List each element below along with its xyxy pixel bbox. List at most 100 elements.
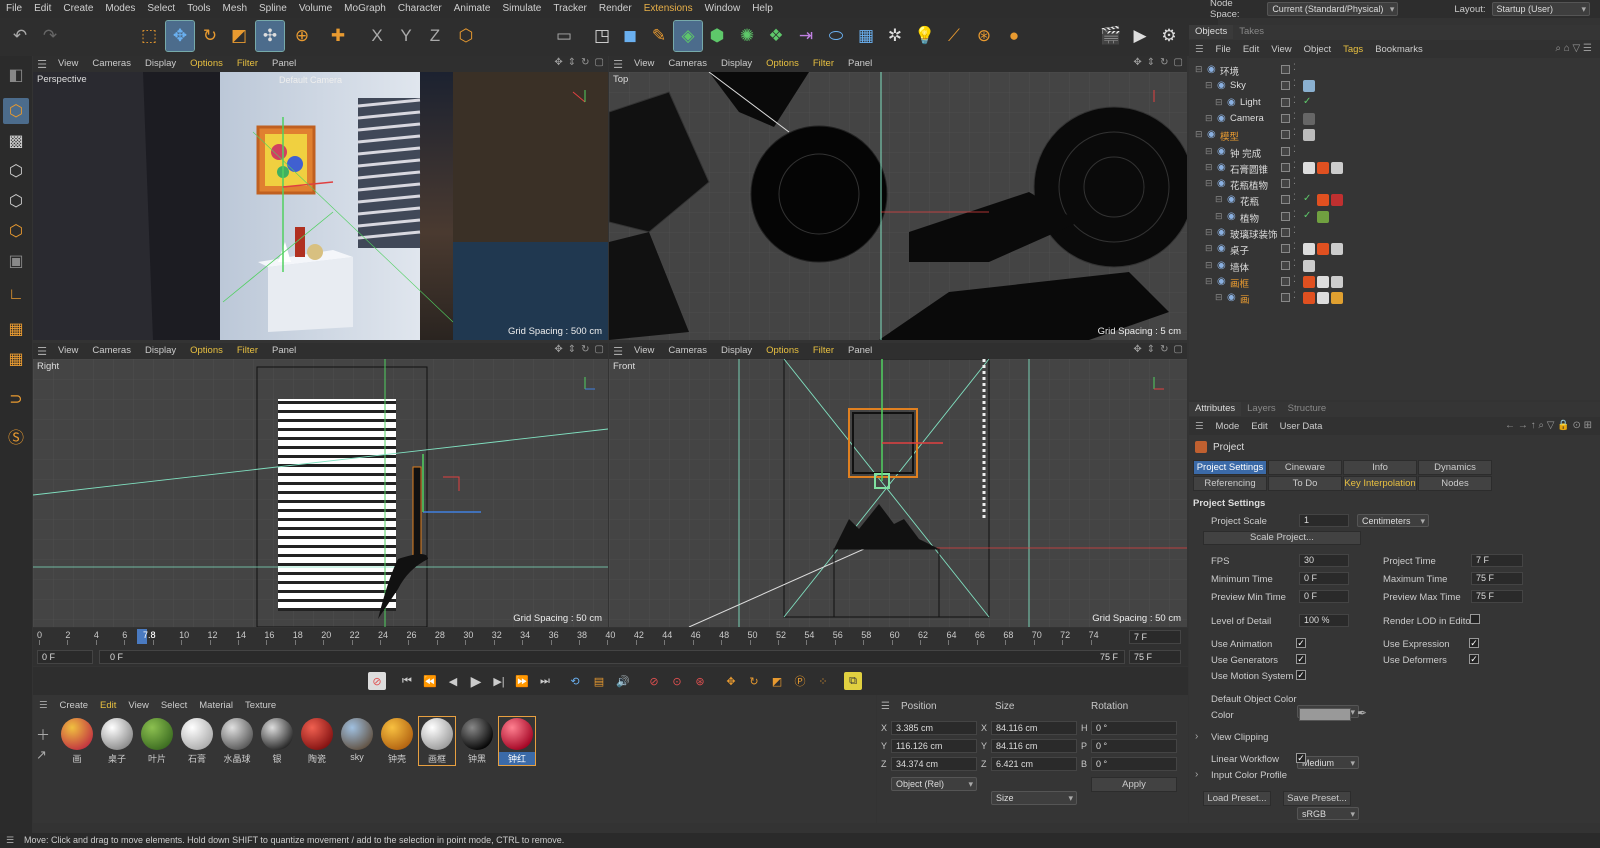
sphere-icon[interactable]: ●: [1000, 21, 1028, 51]
material-tag-icon[interactable]: [1303, 129, 1315, 142]
visibility-dots[interactable]: ⁚: [1293, 78, 1296, 89]
obj-menu-edit[interactable]: Edit: [1237, 44, 1265, 55]
material-thumbnail[interactable]: 钟壳: [379, 717, 415, 765]
check-icon[interactable]: ✓: [1303, 96, 1311, 107]
object-row[interactable]: ⊟ ◉ 墙体 ⁚: [1189, 258, 1600, 274]
btn-referencing[interactable]: Referencing: [1193, 476, 1267, 491]
sound-icon[interactable]: 🔊: [614, 672, 632, 690]
object-row[interactable]: ⊟ ◉ 画 ⁚: [1189, 290, 1600, 306]
vp-menu-panel[interactable]: Panel: [841, 343, 879, 359]
vp-menu-view[interactable]: View: [51, 56, 85, 72]
move-tool-icon[interactable]: ✥: [165, 20, 195, 52]
object-row[interactable]: ⊟ ◉ 玻璃球装饰 ⁚: [1189, 225, 1600, 241]
object-name[interactable]: Sky: [1230, 80, 1246, 91]
preview-range-bar[interactable]: 0 F 75 F: [99, 650, 1125, 664]
place-tool-icon[interactable]: ⊕: [288, 21, 316, 51]
layer-toggle[interactable]: [1281, 195, 1290, 205]
viewport-solo-icon[interactable]: ▭: [550, 21, 578, 51]
vp-menu-display[interactable]: Display: [138, 343, 183, 359]
coordinate-mode-select[interactable]: Object (Rel): [891, 777, 977, 791]
visibility-dots[interactable]: ⁚: [1293, 209, 1296, 220]
material-tag-icon[interactable]: [1303, 161, 1315, 174]
object-name[interactable]: 墙体: [1230, 260, 1249, 274]
menu-volume[interactable]: Volume: [293, 0, 338, 18]
btn-dynamics[interactable]: Dynamics: [1418, 460, 1492, 475]
scale-project-button[interactable]: Scale Project...: [1203, 531, 1361, 545]
material-thumbnail[interactable]: 水晶球: [219, 717, 255, 765]
axis-mode-icon[interactable]: ∟: [3, 282, 29, 308]
orbit-icon[interactable]: ↻: [1160, 344, 1168, 355]
layer-toggle[interactable]: [1281, 146, 1290, 156]
menu-extensions[interactable]: Extensions: [638, 0, 699, 18]
model-mode-icon[interactable]: ⬡: [3, 98, 29, 124]
object-name[interactable]: 石膏圆锥: [1230, 162, 1268, 176]
expand-icon[interactable]: ⊟: [1205, 227, 1213, 238]
node-space-select[interactable]: Current (Standard/Physical): [1267, 2, 1399, 16]
lod-field[interactable]: 100 %: [1299, 614, 1349, 627]
field-icon[interactable]: ⬭: [822, 21, 850, 51]
hamburger-icon[interactable]: ☰: [881, 701, 890, 712]
project-scale-field[interactable]: 1: [1299, 514, 1349, 527]
linear-workflow-checkbox[interactable]: ✓: [1296, 753, 1306, 763]
eyedropper-icon[interactable]: ✒: [1357, 706, 1367, 720]
attr-menu-mode[interactable]: Mode: [1210, 421, 1246, 432]
object-name[interactable]: 植物: [1240, 211, 1259, 225]
vp-menu-options[interactable]: Options: [183, 56, 230, 72]
snap-icon[interactable]: ▦: [3, 316, 29, 342]
null-object-icon[interactable]: ◳: [588, 21, 616, 51]
visibility-dots[interactable]: ⁚: [1293, 95, 1296, 106]
prev-frame-icon[interactable]: ◀: [444, 672, 462, 690]
tab-layers[interactable]: Layers: [1241, 402, 1282, 416]
visibility-dots[interactable]: ⁚: [1293, 290, 1296, 301]
vp-menu-view[interactable]: View: [627, 56, 661, 72]
render-lod-checkbox[interactable]: [1470, 614, 1480, 624]
menu-tracker[interactable]: Tracker: [547, 0, 593, 18]
dolly-icon[interactable]: ⇕: [1147, 344, 1155, 355]
visibility-dots[interactable]: ⁚: [1293, 241, 1296, 252]
vp-menu-display[interactable]: Display: [714, 56, 759, 72]
vp-menu-display[interactable]: Display: [138, 56, 183, 72]
menu-select[interactable]: Select: [141, 0, 181, 18]
object-row[interactable]: ⊟ ◉ Sky ⁚: [1189, 78, 1600, 94]
object-row[interactable]: ⊟ ◉ 模型 ⁚: [1189, 127, 1600, 143]
preview-min-field[interactable]: 0 F: [1299, 590, 1349, 603]
material-thumbnail[interactable]: sky: [339, 717, 375, 765]
expand-arrow-icon[interactable]: ›: [1195, 731, 1198, 742]
material-tag-icon[interactable]: [1303, 112, 1315, 125]
mat-menu-material[interactable]: Material: [193, 700, 239, 711]
expand-icon[interactable]: ⊟: [1195, 129, 1203, 140]
object-row[interactable]: ⊟ ◉ 环境 ⁚: [1189, 62, 1600, 78]
object-row[interactable]: ⊟ ◉ 植物 ⁚ ✓: [1189, 209, 1600, 225]
mat-menu-edit[interactable]: Edit: [94, 700, 122, 711]
orbit-icon[interactable]: ↻: [1160, 57, 1168, 68]
scale-tool-icon[interactable]: ◩: [225, 21, 253, 51]
size-field[interactable]: 6.421 cm: [991, 757, 1077, 771]
visibility-dots[interactable]: ⁚: [1293, 160, 1296, 171]
transform-tool-icon[interactable]: ✣: [255, 20, 285, 52]
rotation-field[interactable]: 0 °: [1091, 757, 1177, 771]
layer-toggle[interactable]: [1281, 293, 1290, 303]
menu-help[interactable]: Help: [746, 0, 779, 18]
mat-menu-create[interactable]: Create: [54, 700, 95, 711]
record-active-icon[interactable]: ⊙: [668, 672, 686, 690]
material-thumbnail[interactable]: 石膏: [179, 717, 215, 765]
expand-icon[interactable]: ⊟: [1205, 243, 1213, 254]
material-tag-icon[interactable]: [1317, 292, 1329, 305]
orbit-icon[interactable]: ↻: [581, 57, 589, 68]
position-field[interactable]: 34.374 cm: [891, 757, 977, 771]
key-param-icon[interactable]: Ⓟ: [791, 672, 809, 690]
project-time-field[interactable]: 7 F: [1471, 554, 1523, 567]
search-icon[interactable]: ⌕ ⌂ ▽ ☰: [1555, 43, 1592, 54]
loop-icon[interactable]: ⟲: [566, 672, 584, 690]
load-preset-button[interactable]: Load Preset...: [1203, 791, 1271, 806]
material-thumbnail[interactable]: 画框: [418, 716, 456, 766]
goto-end-icon[interactable]: ⏭: [536, 672, 554, 690]
autokey-icon[interactable]: ⊘: [645, 672, 663, 690]
object-name[interactable]: 画: [1240, 292, 1250, 306]
position-field[interactable]: 116.126 cm: [891, 739, 977, 753]
material-tag-icon[interactable]: [1331, 194, 1343, 207]
vp-menu-panel[interactable]: Panel: [265, 56, 303, 72]
btn-project-settings[interactable]: Project Settings: [1193, 460, 1267, 475]
hamburger-icon[interactable]: ☰: [609, 343, 627, 359]
dolly-icon[interactable]: ⇕: [568, 57, 576, 68]
